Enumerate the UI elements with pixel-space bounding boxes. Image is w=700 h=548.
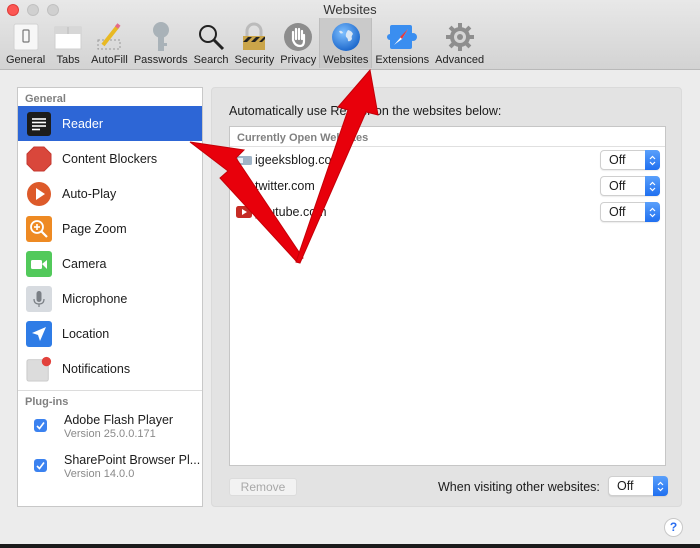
key-icon: [144, 20, 178, 54]
sidebar-item-auto-play[interactable]: Auto-Play: [18, 176, 202, 211]
website-setting-popup[interactable]: Off: [600, 150, 660, 170]
website-row[interactable]: youtube.com Off: [230, 199, 665, 225]
panel-description: Automatically use Reader on the websites…: [229, 104, 502, 118]
globe-icon: [329, 20, 363, 54]
website-domain: twitter.com: [255, 179, 315, 193]
websites-list: Currently Open Websites igeeksblog.com O…: [229, 126, 666, 466]
magnifier-icon: [194, 20, 228, 54]
reader-icon: [26, 111, 52, 137]
tab-tabs[interactable]: Tabs: [48, 18, 88, 68]
checkmark-icon: [36, 422, 45, 430]
stepper-arrows-icon: [645, 176, 660, 196]
websites-sidebar: General Reader Content Blockers Auto-Pla…: [17, 87, 203, 507]
plugin-version: Version 25.0.0.171: [64, 428, 156, 440]
padlock-icon: [237, 20, 271, 54]
website-domain: igeeksblog.com: [255, 153, 342, 167]
sidebar-item-content-blockers[interactable]: Content Blockers: [18, 141, 202, 176]
tab-general[interactable]: General: [3, 18, 48, 68]
website-setting-popup[interactable]: Off: [600, 202, 660, 222]
preference-tabs: General Tabs AutoFill Passwords Search S…: [3, 18, 487, 68]
plugin-flash-checkbox[interactable]: [34, 419, 47, 432]
plugin-name: Adobe Flash Player: [64, 413, 174, 427]
microphone-icon: [26, 285, 52, 312]
plugin-item-sharepoint: SharePoint Browser Pl... Version 14.0.0: [18, 449, 202, 489]
plugin-item-flash: Adobe Flash Player Version 25.0.0.171: [18, 409, 202, 449]
twitter-favicon: [236, 180, 252, 192]
sidebar-general-header: General: [25, 93, 66, 105]
remove-button[interactable]: Remove: [229, 478, 297, 496]
stepper-arrows-icon: [645, 150, 660, 170]
plugin-version: Version 14.0.0: [64, 468, 135, 480]
tab-security[interactable]: Security: [231, 18, 277, 68]
preferences-toolbar: Websites General Tabs AutoFill Passwords…: [0, 0, 700, 70]
list-header: Currently Open Websites: [230, 127, 665, 147]
plugin-sharepoint-checkbox[interactable]: [34, 459, 47, 472]
tab-search[interactable]: Search: [191, 18, 232, 68]
safari-preferences-window: Websites General Tabs AutoFill Passwords…: [0, 0, 700, 546]
help-button[interactable]: ?: [664, 518, 683, 537]
tab-websites[interactable]: Websites: [319, 18, 373, 68]
location-arrow-icon: [26, 320, 52, 347]
stepper-arrows-icon: [645, 202, 660, 222]
camera-icon: [26, 250, 52, 277]
sidebar-item-notifications[interactable]: Notifications: [18, 351, 202, 386]
play-icon: [26, 181, 52, 207]
other-websites-popup[interactable]: Off: [608, 476, 668, 496]
website-setting-popup[interactable]: Off: [600, 176, 660, 196]
website-row[interactable]: twitter.com Off: [230, 173, 665, 199]
sidebar-item-page-zoom[interactable]: Page Zoom: [18, 211, 202, 246]
other-websites-label: When visiting other websites:: [438, 480, 600, 494]
zoom-icon: [26, 215, 52, 242]
sidebar-item-reader[interactable]: Reader: [18, 106, 202, 141]
pencil-icon: [92, 20, 126, 54]
gear-icon: [443, 20, 477, 54]
plugin-name: SharePoint Browser Pl...: [64, 453, 201, 467]
checkmark-icon: [36, 462, 45, 470]
tab-privacy[interactable]: Privacy: [277, 18, 319, 68]
tab-autofill[interactable]: AutoFill: [88, 18, 131, 68]
reader-settings-panel: Automatically use Reader on the websites…: [211, 87, 682, 507]
window-title: Websites: [323, 2, 377, 17]
website-row[interactable]: igeeksblog.com Off: [230, 147, 665, 173]
hand-icon: [281, 20, 315, 54]
tab-passwords[interactable]: Passwords: [131, 18, 191, 68]
tab-advanced[interactable]: Advanced: [432, 18, 487, 68]
sidebar-item-camera[interactable]: Camera: [18, 246, 202, 281]
igeeksblog-favicon: [236, 154, 252, 166]
stepper-arrows-icon: [653, 476, 668, 496]
sidebar-item-location[interactable]: Location: [18, 316, 202, 351]
stop-sign-icon: [26, 146, 52, 172]
website-domain: youtube.com: [255, 205, 327, 219]
puzzle-compass-icon: [385, 20, 419, 54]
notifications-icon: [26, 356, 52, 382]
youtube-favicon: [236, 206, 252, 218]
sidebar-item-microphone[interactable]: Microphone: [18, 281, 202, 316]
tab-extensions[interactable]: Extensions: [372, 18, 432, 68]
tabs-icon: [51, 20, 85, 54]
sidebar-plugins-header: Plug-ins: [25, 396, 69, 408]
general-switch-icon: [9, 20, 43, 54]
